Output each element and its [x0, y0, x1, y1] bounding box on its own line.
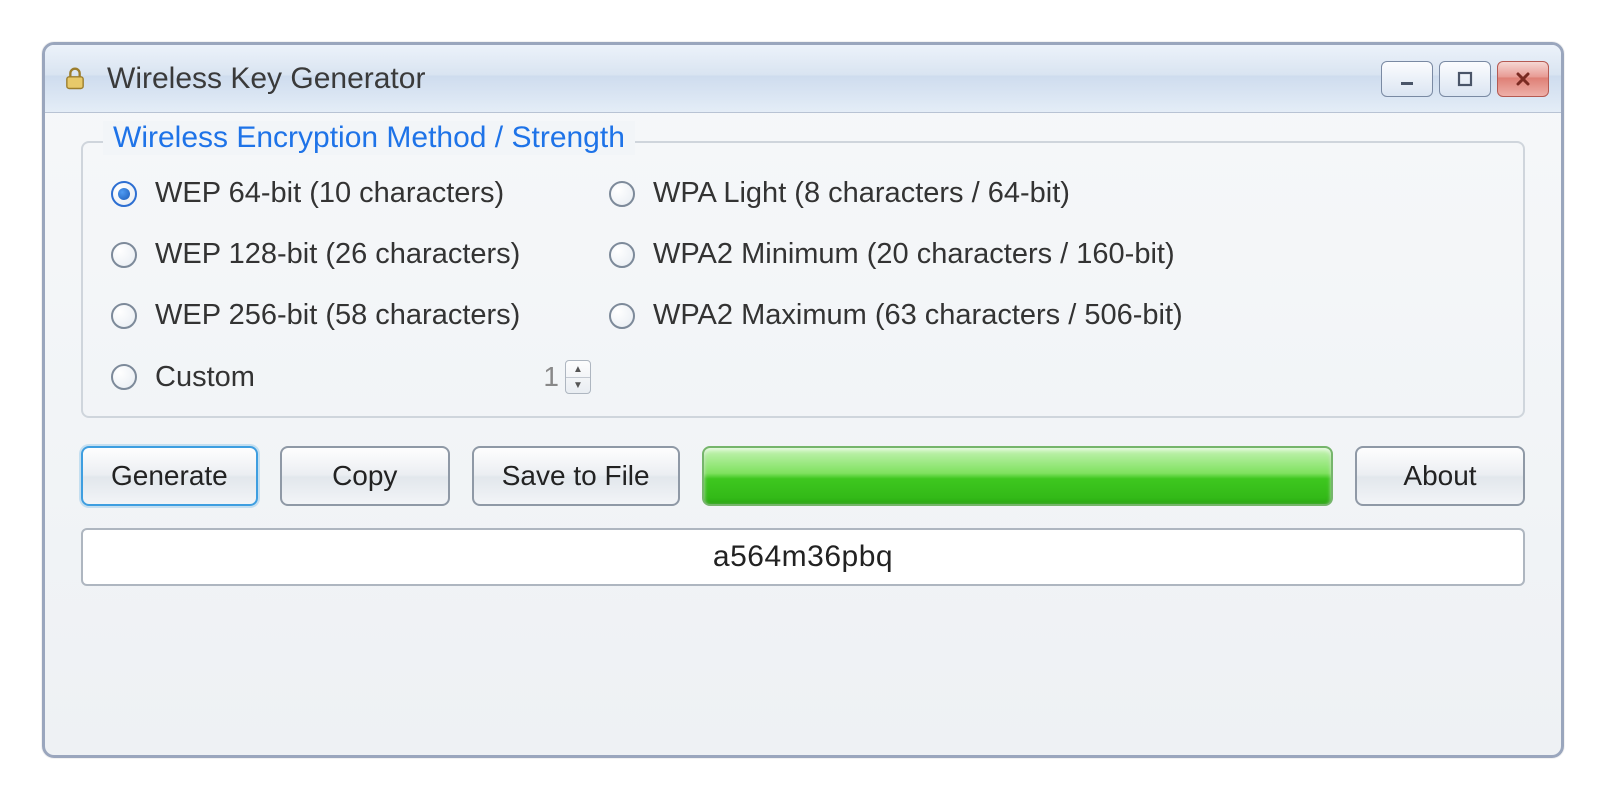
radio-wep64[interactable]: WEP 64-bit (10 characters): [111, 177, 591, 210]
radio-icon: [111, 181, 137, 207]
custom-length-spinner[interactable]: 1 ▲ ▼: [537, 360, 591, 394]
radio-label: WPA2 Maximum (63 characters / 506-bit): [653, 299, 1183, 332]
radio-wpa-light[interactable]: WPA Light (8 characters / 64-bit): [609, 177, 1495, 210]
radio-icon: [111, 242, 137, 268]
generate-button[interactable]: Generate: [81, 446, 258, 506]
about-button[interactable]: About: [1355, 446, 1525, 506]
spinner-buttons[interactable]: ▲ ▼: [565, 360, 591, 394]
radio-label: Custom: [155, 361, 255, 394]
save-to-file-button[interactable]: Save to File: [472, 446, 680, 506]
radio-label: WPA2 Minimum (20 characters / 160-bit): [653, 238, 1175, 271]
radio-wpa2-max[interactable]: WPA2 Maximum (63 characters / 506-bit): [609, 299, 1495, 332]
radio-label: WEP 256-bit (58 characters): [155, 299, 520, 332]
groupbox-legend: Wireless Encryption Method / Strength: [103, 121, 635, 155]
radio-custom[interactable]: Custom 1 ▲ ▼: [111, 360, 591, 394]
radio-wpa2-min[interactable]: WPA2 Minimum (20 characters / 160-bit): [609, 238, 1495, 271]
minimize-button[interactable]: [1381, 61, 1433, 97]
client-area: Wireless Encryption Method / Strength WE…: [45, 113, 1561, 610]
radio-wep128[interactable]: WEP 128-bit (26 characters): [111, 238, 591, 271]
spinner-value: 1: [537, 361, 565, 393]
copy-button[interactable]: Copy: [280, 446, 450, 506]
radio-icon: [111, 364, 137, 390]
radio-grid: WEP 64-bit (10 characters) WPA Light (8 …: [111, 177, 1495, 394]
spinner-down-icon[interactable]: ▼: [566, 377, 590, 393]
radio-wep256[interactable]: WEP 256-bit (58 characters): [111, 299, 591, 332]
generated-key-output[interactable]: a564m36pbq: [81, 528, 1525, 586]
titlebar[interactable]: Wireless Key Generator: [45, 45, 1561, 113]
radio-icon: [609, 303, 635, 329]
maximize-button[interactable]: [1439, 61, 1491, 97]
window-controls: [1381, 61, 1549, 97]
radio-label: WEP 128-bit (26 characters): [155, 238, 520, 271]
encryption-groupbox: Wireless Encryption Method / Strength WE…: [81, 141, 1525, 418]
app-window: Wireless Key Generator Wireless Encrypti…: [42, 42, 1564, 758]
button-row: Generate Copy Save to File About: [81, 446, 1525, 506]
window-title: Wireless Key Generator: [105, 62, 1367, 96]
radio-label: WPA Light (8 characters / 64-bit): [653, 177, 1070, 210]
strength-meter: [702, 446, 1333, 506]
radio-icon: [111, 303, 137, 329]
spinner-up-icon[interactable]: ▲: [566, 361, 590, 377]
lock-icon: [61, 64, 91, 94]
radio-icon: [609, 181, 635, 207]
close-button[interactable]: [1497, 61, 1549, 97]
generated-key-text: a564m36pbq: [713, 540, 893, 574]
radio-label: WEP 64-bit (10 characters): [155, 177, 504, 210]
radio-icon: [609, 242, 635, 268]
